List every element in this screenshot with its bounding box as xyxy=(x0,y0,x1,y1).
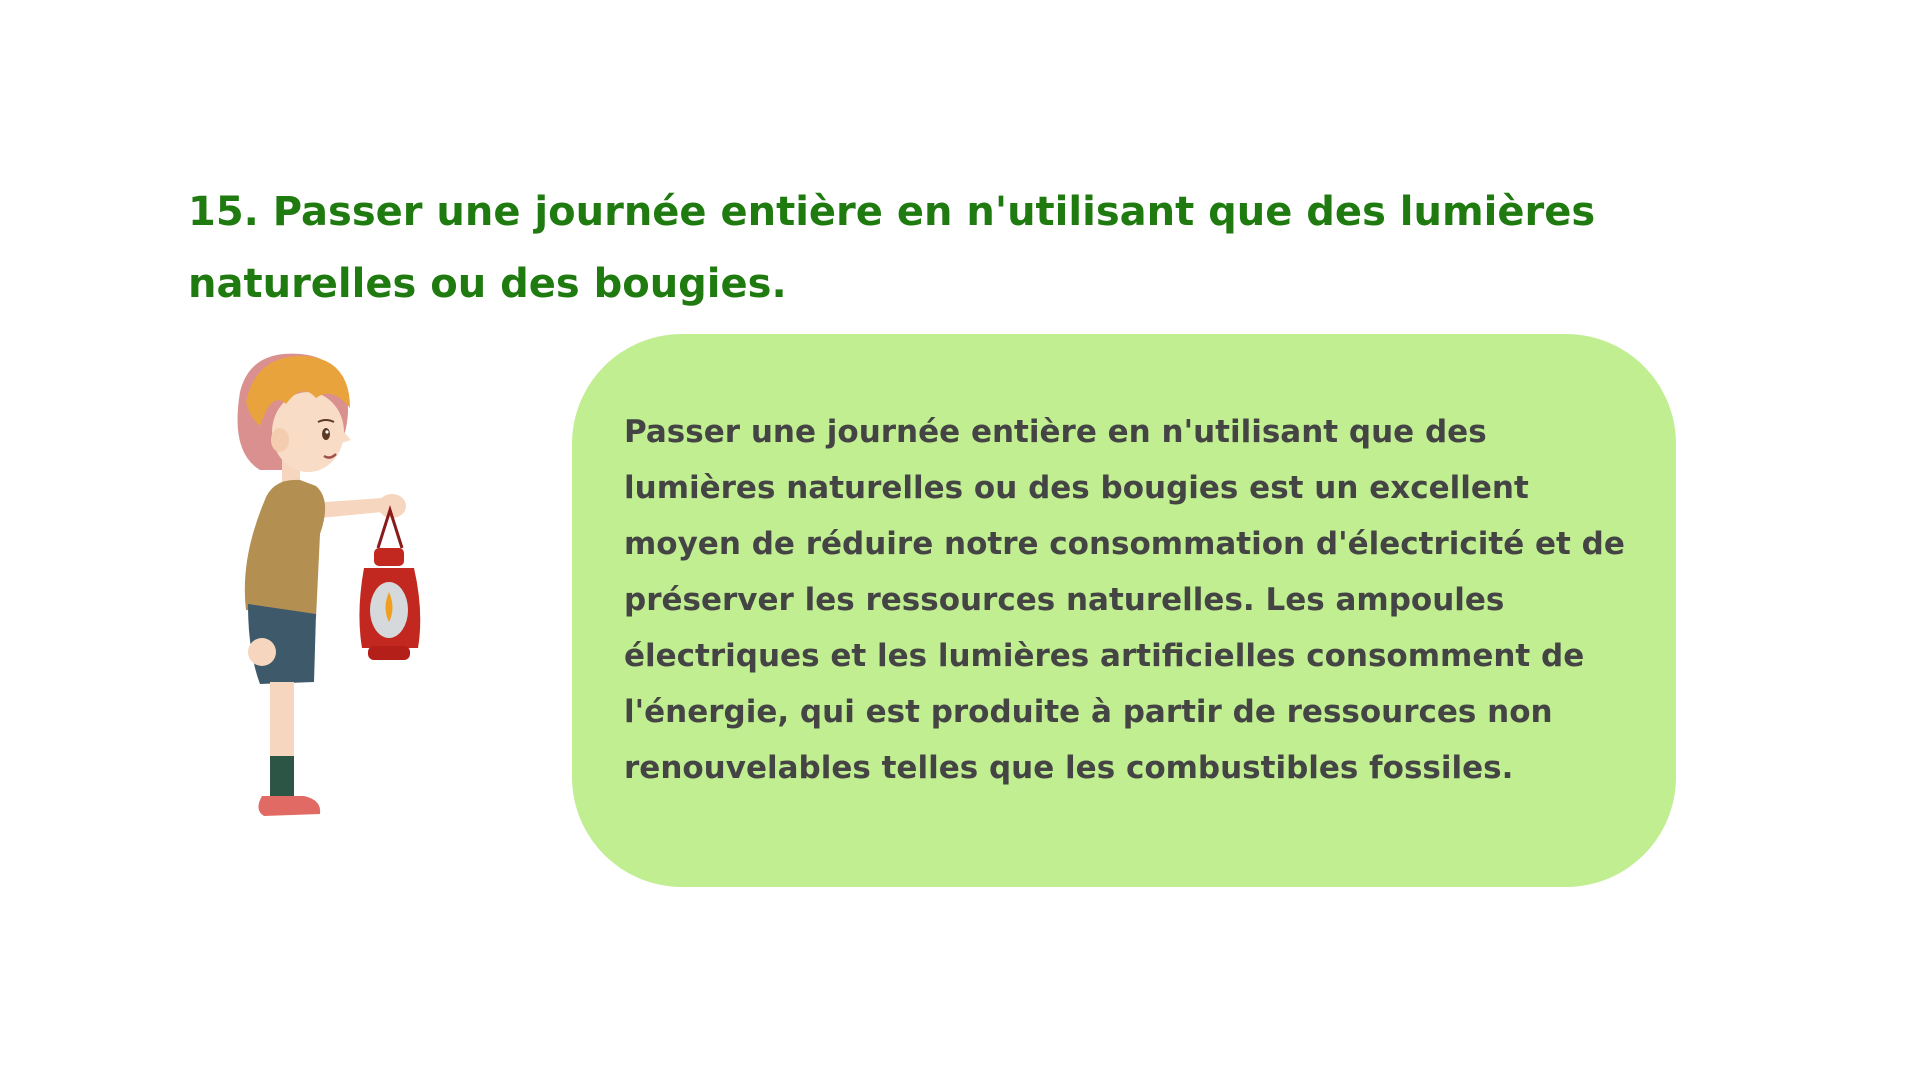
info-box: Passer une journée entière en n'utilisan… xyxy=(572,334,1676,887)
info-text: Passer une journée entière en n'utilisan… xyxy=(624,414,1625,786)
girl-with-lantern-icon xyxy=(237,353,421,816)
slide: 15. Passer une journée entière en n'util… xyxy=(0,0,1920,1080)
slide-title: 15. Passer une journée entière en n'util… xyxy=(188,189,1596,307)
